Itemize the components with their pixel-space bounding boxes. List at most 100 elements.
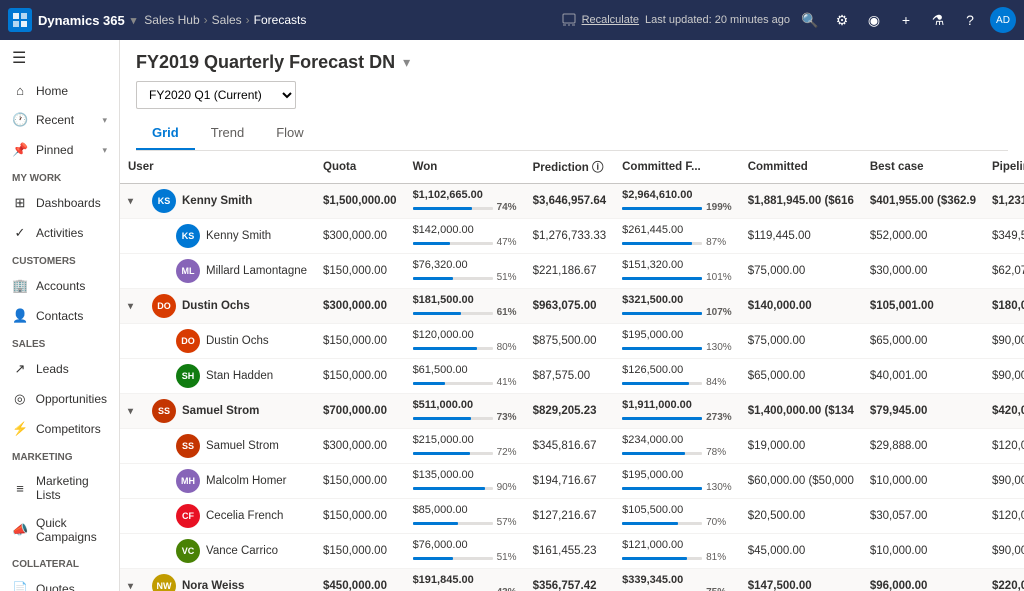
pinned-icon: 📌 (12, 142, 28, 158)
nav-section: Sales (212, 13, 242, 27)
cell-user: SHStan Hadden (120, 359, 315, 394)
sidebar-label-dashboards: Dashboards (36, 196, 107, 210)
user-name: Dustin Ochs (206, 335, 269, 347)
sidebar-item-accounts[interactable]: 🏢 Accounts (0, 271, 119, 301)
cf-bar-fill (622, 242, 692, 245)
cell-prediction: $194,716.67 (525, 464, 615, 499)
settings-icon[interactable]: ⚙ (830, 8, 854, 32)
committed-f-value: $195,000.00 (622, 469, 732, 481)
won-bar-fill (413, 277, 454, 280)
won-pct: 51% (497, 272, 517, 283)
table-row: SSSamuel Strom$300,000.00 $215,000.00 72… (120, 429, 1024, 464)
location-icon[interactable]: ◉ (862, 8, 886, 32)
sidebar-item-quotes[interactable]: 📄 Quotes (0, 574, 119, 591)
cf-bar-fill (622, 312, 702, 315)
avatar: CF (176, 504, 200, 528)
cell-committed: $119,445.00 (740, 219, 862, 254)
cell-won: $76,320.00 51% (405, 254, 525, 289)
tab-grid[interactable]: Grid (136, 117, 195, 150)
app-dropdown-icon[interactable]: ▾ (131, 14, 137, 27)
committed-f-value: $126,500.00 (622, 364, 732, 376)
cell-user: DODustin Ochs (120, 324, 315, 359)
expand-btn[interactable]: ▾ (128, 301, 142, 312)
avatar: VC (176, 539, 200, 563)
cell-committed-f: $261,445.00 87% (614, 219, 740, 254)
period-selector[interactable]: FY2020 Q1 (Current) FY2020 Q2 FY2019 Q4 (136, 81, 296, 109)
sidebar-item-leads[interactable]: ↗ Leads (0, 354, 119, 384)
sidebar-item-home[interactable]: ⌂ Home (0, 76, 119, 105)
committed-f-value: $234,000.00 (622, 434, 732, 446)
search-icon[interactable]: 🔍 (798, 8, 822, 32)
cell-pipeline: $90,000.00 (984, 534, 1024, 569)
tab-trend[interactable]: Trend (195, 117, 260, 150)
cell-best-case: $52,000.00 (862, 219, 984, 254)
page-title-dropdown-icon[interactable]: ▾ (403, 54, 410, 71)
sidebar-item-contacts[interactable]: 👤 Contacts (0, 301, 119, 331)
committed-f-value: $339,345.00 (622, 574, 732, 586)
sidebar-item-activities[interactable]: ✓ Activities (0, 218, 119, 248)
nav-page: Forecasts (254, 13, 307, 27)
cf-bar-track (622, 347, 702, 350)
recalculate-btn[interactable]: Recalculate (582, 14, 639, 26)
won-value: $181,500.00 (413, 294, 517, 306)
add-icon[interactable]: + (894, 8, 918, 32)
cell-prediction: $3,646,957.64 (525, 184, 615, 219)
expand-btn[interactable]: ▾ (128, 196, 142, 207)
table-row: SHStan Hadden$150,000.00 $61,500.00 41% … (120, 359, 1024, 394)
help-icon[interactable]: ? (958, 8, 982, 32)
won-pct: 41% (497, 377, 517, 388)
table-row: MLMillard Lamontagne$150,000.00 $76,320.… (120, 254, 1024, 289)
sidebar-label-competitors: Competitors (36, 422, 107, 436)
sidebar-item-pinned[interactable]: 📌 Pinned ▾ (0, 135, 119, 165)
sidebar-item-opportunities[interactable]: ◎ Opportunities (0, 384, 119, 414)
cell-quota: $1,500,000.00 (315, 184, 405, 219)
cell-best-case: $65,000.00 (862, 324, 984, 359)
won-bar-track (413, 382, 493, 385)
table-row: VCVance Carrico$150,000.00 $76,000.00 51… (120, 534, 1024, 569)
sidebar-item-dashboards[interactable]: ⊞ Dashboards (0, 188, 119, 218)
sidebar-item-competitors[interactable]: ⚡ Competitors (0, 414, 119, 444)
cf-pct: 130% (706, 342, 732, 353)
won-bar-fill (413, 522, 459, 525)
cell-won: $511,000.00 73% (405, 394, 525, 429)
cf-bar-fill (622, 417, 702, 420)
cell-won: $1,102,665.00 74% (405, 184, 525, 219)
sidebar-item-recent[interactable]: 🕐 Recent ▾ (0, 105, 119, 135)
sidebar-item-marketing-lists[interactable]: ≡ Marketing Lists (0, 467, 119, 509)
table-header-row: User Quota Won Prediction ⓘ Committed F.… (120, 151, 1024, 184)
cell-won: $61,500.00 41% (405, 359, 525, 394)
committed-f-value: $1,911,000.00 (622, 399, 732, 411)
cf-pct: 81% (706, 552, 726, 563)
sidebar-item-quick-campaigns[interactable]: 📣 Quick Campaigns (0, 509, 119, 551)
cell-prediction: $829,205.23 (525, 394, 615, 429)
recent-arrow: ▾ (102, 115, 107, 126)
cell-committed-f: $126,500.00 84% (614, 359, 740, 394)
won-bar-track (413, 347, 493, 350)
won-bar-fill (413, 557, 454, 560)
won-pct: 72% (497, 447, 517, 458)
tab-flow[interactable]: Flow (260, 117, 319, 150)
avatar: SS (176, 434, 200, 458)
won-pct: 80% (497, 342, 517, 353)
filter-icon[interactable]: ⚗ (926, 8, 950, 32)
user-icon[interactable]: AD (990, 7, 1016, 33)
sidebar-hamburger[interactable]: ☰ (0, 40, 119, 76)
won-value: $1,102,665.00 (413, 189, 517, 201)
expand-btn[interactable]: ▾ (128, 406, 142, 417)
cell-pipeline: $62,071.43 (984, 254, 1024, 289)
top-bar: Dynamics 365 ▾ Sales Hub › Sales › Forec… (0, 0, 1024, 40)
quotes-icon: 📄 (12, 581, 28, 591)
cell-best-case: $79,945.00 (862, 394, 984, 429)
won-bar-track (413, 522, 493, 525)
user-name: Samuel Strom (206, 440, 279, 452)
sidebar-label-recent: Recent (36, 113, 94, 127)
won-pct: 73% (497, 412, 517, 423)
cell-quota: $150,000.00 (315, 324, 405, 359)
won-pct: 90% (497, 482, 517, 493)
expand-btn[interactable]: ▾ (128, 581, 142, 591)
cell-committed-f: $121,000.00 81% (614, 534, 740, 569)
cell-won: $191,845.00 43% (405, 569, 525, 591)
app-logo[interactable]: Dynamics 365 ▾ (8, 8, 136, 32)
committed-f-value: $151,320.00 (622, 259, 732, 271)
col-committed-f: Committed F... (614, 151, 740, 184)
